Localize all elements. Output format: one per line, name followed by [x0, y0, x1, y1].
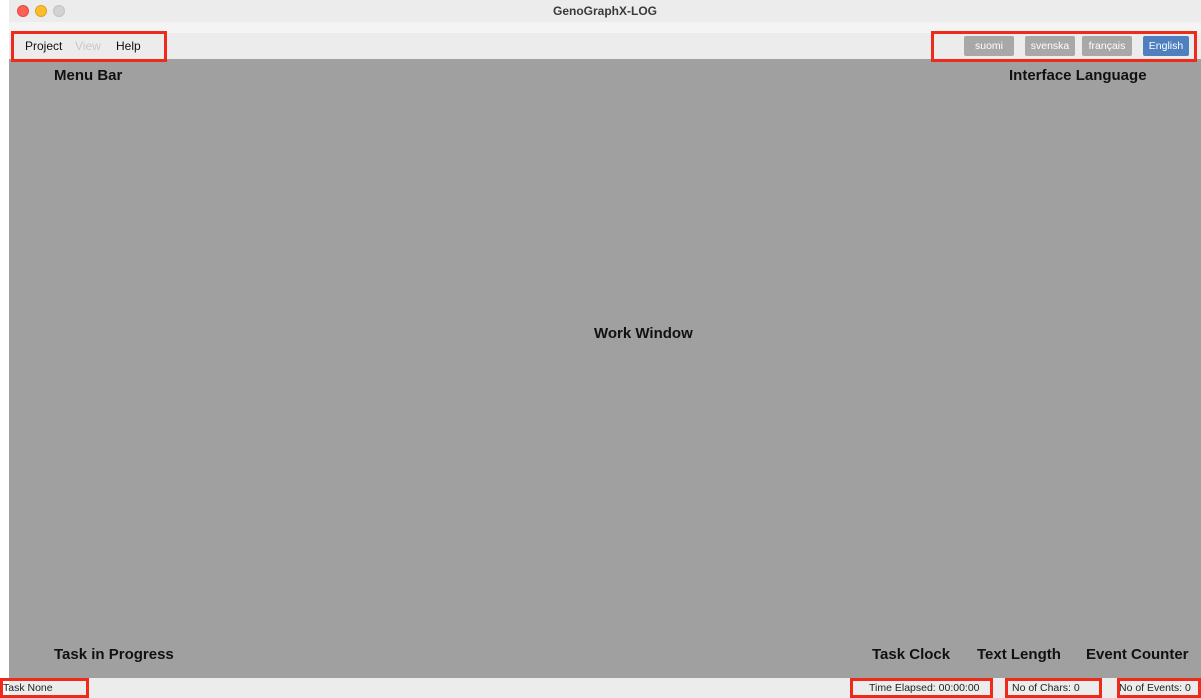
language-button-english[interactable]: English: [1143, 36, 1189, 56]
chars-count-status: No of Chars: 0: [1012, 682, 1080, 694]
task-clock-annotation: Task Clock: [872, 646, 951, 663]
event-counter-annotation: Event Counter: [1086, 646, 1189, 663]
menu-bar-annotation: Menu Bar: [54, 67, 123, 84]
interface-language-annotation: Interface Language: [1009, 67, 1147, 84]
title-bar: GenoGraphX-LOG: [9, 0, 1201, 23]
status-bar: Task None Time Elapsed: 00:00:00 No of C…: [3, 678, 1201, 698]
events-count-status: No of Events: 0: [1119, 682, 1191, 694]
time-elapsed-status: Time Elapsed: 00:00:00: [869, 682, 980, 694]
language-button-svenska[interactable]: svenska: [1025, 36, 1075, 56]
menu-help[interactable]: Help: [116, 39, 141, 53]
work-window-annotation: Work Window: [594, 325, 693, 342]
text-length-annotation: Text Length: [977, 646, 1061, 663]
menu-view[interactable]: View: [75, 39, 101, 53]
menu-bar: Project View Help suomi svenska français…: [9, 33, 1201, 59]
language-button-francais[interactable]: français: [1082, 36, 1132, 56]
language-button-suomi[interactable]: suomi: [964, 36, 1014, 56]
title-strip: [9, 22, 1201, 33]
menu-project[interactable]: Project: [25, 39, 62, 53]
app-window: GenoGraphX-LOG Project View Help suomi s…: [3, 0, 1201, 698]
task-status: Task None: [3, 682, 53, 694]
window-title: GenoGraphX-LOG: [552, 4, 657, 18]
task-in-progress-annotation: Task in Progress: [54, 646, 174, 663]
